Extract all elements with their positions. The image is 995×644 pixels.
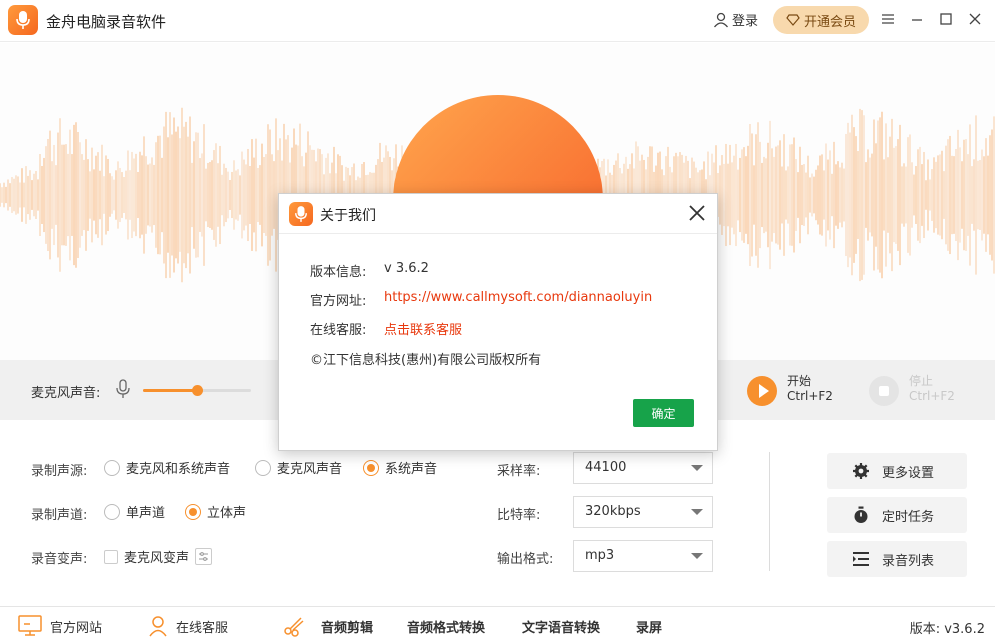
mic-volume-label: 麦克风声音: xyxy=(31,386,101,401)
scheduled-task-button[interactable]: 定时任务 xyxy=(827,497,967,533)
voice-change-checkbox[interactable]: 麦克风变声 xyxy=(104,547,213,566)
audio-edit-link[interactable] xyxy=(283,607,305,644)
channel-option-label: 单声道 xyxy=(126,506,166,521)
start-shortcut: Ctrl+F2 xyxy=(787,389,833,403)
source-option-mic-and-system[interactable]: 麦克风和系统声音 xyxy=(104,458,230,477)
menu-icon[interactable] xyxy=(879,10,897,28)
dialog-close-icon[interactable] xyxy=(686,202,708,224)
ok-button[interactable]: 确定 xyxy=(633,399,694,427)
stop-label: 停止 xyxy=(909,374,934,388)
minimize-icon[interactable] xyxy=(908,10,926,28)
recording-list-button[interactable]: 录音列表 xyxy=(827,541,967,577)
copyright-text: ©江下信息科技(惠州)有限公司版权所有 xyxy=(310,353,542,368)
gear-icon xyxy=(853,463,869,479)
microphone-icon xyxy=(116,379,130,398)
app-logo xyxy=(8,5,38,35)
list-icon xyxy=(853,552,869,566)
output-format-label: 输出格式: xyxy=(497,552,554,567)
radio-dot-selected xyxy=(185,503,201,520)
bitrate-label: 比特率: xyxy=(497,508,541,523)
diamond-icon xyxy=(786,14,800,26)
scissors-icon xyxy=(284,617,304,637)
contact-service-link[interactable]: 点击联系客服 xyxy=(384,319,462,338)
start-record-button[interactable] xyxy=(747,376,777,406)
radio-dot xyxy=(104,459,120,476)
close-icon[interactable] xyxy=(966,10,984,28)
bottom-bar: 官方网站 在线客服 音频剪辑 音频格式转换 文字语音转换 录屏 版本: v3.6… xyxy=(0,606,995,644)
login-button[interactable]: 登录 xyxy=(713,10,758,29)
online-service-label: 在线客服 xyxy=(176,620,229,636)
divider xyxy=(769,452,770,571)
start-label: 开始 xyxy=(787,374,812,388)
source-label: 录制声源: xyxy=(31,464,88,479)
voice-change-settings-icon[interactable] xyxy=(195,548,213,565)
mic-volume-slider[interactable] xyxy=(143,385,251,396)
voice-change-label: 录音变声: xyxy=(31,552,88,567)
scheduled-task-label: 定时任务 xyxy=(882,509,935,525)
maximize-icon[interactable] xyxy=(937,10,955,28)
dialog-logo xyxy=(289,202,313,226)
website-link[interactable]: https://www.callmysoft.com/diannaoluyin xyxy=(384,290,652,305)
stop-record-text[interactable]: 停止 Ctrl+F2 xyxy=(909,374,955,404)
tts-link[interactable]: 文字语音转换 xyxy=(522,607,600,644)
version-label: 版本: v3.6.2 xyxy=(909,622,985,637)
more-settings-button[interactable]: 更多设置 xyxy=(827,453,967,489)
user-icon xyxy=(713,12,729,27)
source-option-label: 麦克风声音 xyxy=(277,462,343,477)
channel-option-label: 立体声 xyxy=(207,506,247,521)
login-label: 登录 xyxy=(732,14,759,29)
source-option-label: 麦克风和系统声音 xyxy=(126,462,231,477)
bitrate-select[interactable]: 320kbps xyxy=(573,496,713,528)
official-site-label: 官方网站 xyxy=(50,620,103,636)
mic-volume-fill xyxy=(143,389,197,392)
dialog-title: 关于我们 xyxy=(320,208,376,224)
vip-button[interactable]: 开通会员 xyxy=(773,6,869,34)
headset-icon xyxy=(149,616,167,637)
stop-record-button[interactable] xyxy=(869,376,899,406)
mic-volume-knob[interactable] xyxy=(192,385,203,396)
title-bar: 金舟电脑录音软件 登录 开通会员 xyxy=(0,0,995,42)
app-title: 金舟电脑录音软件 xyxy=(46,13,167,31)
sample-rate-select[interactable]: 44100 xyxy=(573,452,713,484)
radio-dot-selected xyxy=(363,459,379,476)
channel-label: 录制声道: xyxy=(31,508,88,523)
channel-option-mono[interactable]: 单声道 xyxy=(104,502,165,521)
source-option-system[interactable]: 系统声音 xyxy=(363,458,437,477)
output-format-select[interactable]: mp3 xyxy=(573,540,713,572)
screen-record-link[interactable]: 录屏 xyxy=(636,607,662,644)
website-label: 官方网址: xyxy=(310,294,367,309)
more-settings-label: 更多设置 xyxy=(882,465,935,481)
radio-dot xyxy=(255,459,271,476)
audio-edit-label[interactable]: 音频剪辑 xyxy=(321,607,373,644)
sample-rate-label: 采样率: xyxy=(497,464,541,479)
version-info-value: v 3.6.2 xyxy=(384,261,429,276)
format-convert-link[interactable]: 音频格式转换 xyxy=(407,607,485,644)
source-option-mic[interactable]: 麦克风声音 xyxy=(255,458,342,477)
stop-shortcut: Ctrl+F2 xyxy=(909,389,955,403)
channel-option-stereo[interactable]: 立体声 xyxy=(185,502,246,521)
checkbox-box xyxy=(104,549,118,564)
start-record-text[interactable]: 开始 Ctrl+F2 xyxy=(787,374,833,404)
voice-change-option: 麦克风变声 xyxy=(124,551,190,566)
official-site-link[interactable]: 官方网站 xyxy=(18,607,102,644)
monitor-icon xyxy=(18,615,42,636)
online-service-link[interactable]: 在线客服 xyxy=(148,607,228,644)
timer-icon xyxy=(854,506,868,523)
service-label: 在线客服: xyxy=(310,323,367,338)
version-info-label: 版本信息: xyxy=(310,265,367,280)
about-dialog: 关于我们 版本信息: v 3.6.2 官方网址: https://www.cal… xyxy=(278,193,718,451)
radio-dot xyxy=(104,503,120,520)
recording-list-label: 录音列表 xyxy=(882,553,935,569)
dialog-header: 关于我们 xyxy=(279,194,717,234)
vip-label: 开通会员 xyxy=(803,14,856,30)
source-option-label: 系统声音 xyxy=(385,462,438,477)
